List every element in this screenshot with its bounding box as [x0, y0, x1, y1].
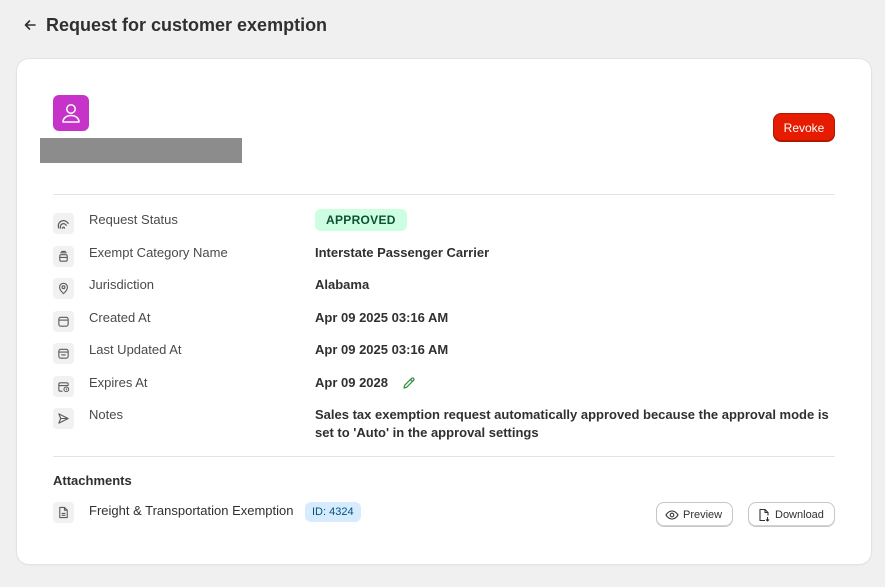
status-icon [53, 213, 74, 234]
download-file-icon [759, 508, 770, 522]
detail-row-jurisdiction: Jurisdiction Alabama [53, 276, 835, 300]
revoke-button[interactable]: Revoke [773, 113, 835, 142]
detail-row-notes: Notes Sales tax exemption request automa… [53, 406, 835, 446]
detail-value: Interstate Passenger Carrier [315, 245, 490, 260]
detail-label: Jurisdiction [89, 277, 155, 292]
divider [53, 456, 835, 457]
category-icon [53, 246, 74, 267]
attachment-id-badge: ID: 4324 [305, 502, 361, 522]
attachment-name: Freight & Transportation Exemption [89, 503, 294, 518]
download-button[interactable]: Download [748, 502, 835, 527]
page-header: Request for customer exemption [20, 12, 327, 38]
back-arrow-icon[interactable] [20, 15, 40, 35]
attachment-item: Freight & Transportation Exemption ID: 4… [53, 499, 835, 527]
download-label: Download [775, 508, 824, 521]
person-icon [62, 104, 80, 123]
attachments-title: Attachments [53, 473, 132, 488]
detail-row-last-updated-at: Last Updated At Apr 09 2025 03:16 AM [53, 341, 835, 365]
exemption-card: Revoke Request Status APPROVED Exempt Ca… [17, 59, 871, 564]
detail-row-expires-at: Expires At Apr 09 2028 [53, 374, 835, 398]
detail-label: Created At [89, 310, 151, 325]
detail-value: Apr 09 2025 03:16 AM [315, 342, 449, 357]
file-icon [53, 502, 74, 523]
detail-label: Notes [89, 407, 123, 422]
divider [53, 194, 835, 195]
calendar-expiry-icon [53, 376, 74, 397]
edit-pencil-icon[interactable] [402, 376, 416, 390]
detail-value: Apr 09 2025 03:16 AM [315, 310, 449, 325]
calendar-icon [53, 311, 74, 332]
detail-row-created-at: Created At Apr 09 2025 03:16 AM [53, 309, 835, 333]
notes-value: Sales tax exemption request automaticall… [315, 407, 829, 440]
page-title: Request for customer exemption [46, 14, 328, 35]
calendar-updated-icon [53, 343, 74, 364]
redacted-customer-name [40, 138, 242, 163]
customer-avatar [53, 95, 89, 131]
status-badge: APPROVED [315, 209, 407, 231]
send-icon [53, 408, 74, 429]
detail-label: Last Updated At [89, 342, 182, 357]
detail-label: Exempt Category Name [89, 245, 228, 260]
preview-label: Preview [683, 508, 723, 521]
eye-icon [665, 509, 679, 520]
detail-row-request-status: Request Status APPROVED [53, 209, 835, 235]
detail-label: Expires At [89, 375, 148, 390]
detail-value: Apr 09 2028 [315, 375, 388, 390]
detail-label: Request Status [89, 212, 178, 227]
location-icon [53, 278, 74, 299]
preview-button[interactable]: Preview [656, 502, 733, 527]
detail-row-exempt-category: Exempt Category Name Interstate Passenge… [53, 244, 835, 268]
detail-value: Alabama [315, 277, 370, 292]
